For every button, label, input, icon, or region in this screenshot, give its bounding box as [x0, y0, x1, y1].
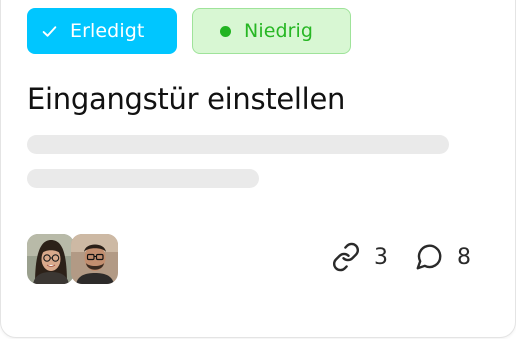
link-icon — [333, 242, 359, 272]
dot-icon — [220, 25, 231, 37]
assignee-avatars[interactable] — [27, 234, 118, 284]
description-placeholder-line — [27, 135, 449, 154]
avatar[interactable] — [71, 234, 118, 284]
priority-label: Niedrig — [244, 20, 314, 42]
avatar[interactable] — [27, 234, 74, 284]
description-placeholder-line — [27, 169, 259, 188]
comments-counter[interactable]: 8 — [414, 242, 471, 272]
check-icon — [42, 25, 57, 37]
avatar-man-image — [71, 234, 118, 284]
comments-count: 8 — [457, 244, 471, 270]
links-counter[interactable]: 3 — [331, 242, 388, 272]
comment-icon — [416, 244, 442, 270]
task-title: Eingangstür einstellen — [27, 82, 346, 116]
status-badge[interactable]: Erledigt — [27, 8, 177, 54]
task-meta: 3 8 — [331, 242, 471, 272]
badge-row: Erledigt Niedrig — [27, 8, 351, 54]
task-card[interactable]: Erledigt Niedrig Eingangstür einstellen — [0, 0, 516, 338]
status-label: Erledigt — [70, 20, 145, 42]
links-count: 3 — [374, 244, 388, 270]
avatar-woman-image — [27, 234, 74, 284]
priority-badge[interactable]: Niedrig — [192, 8, 351, 54]
